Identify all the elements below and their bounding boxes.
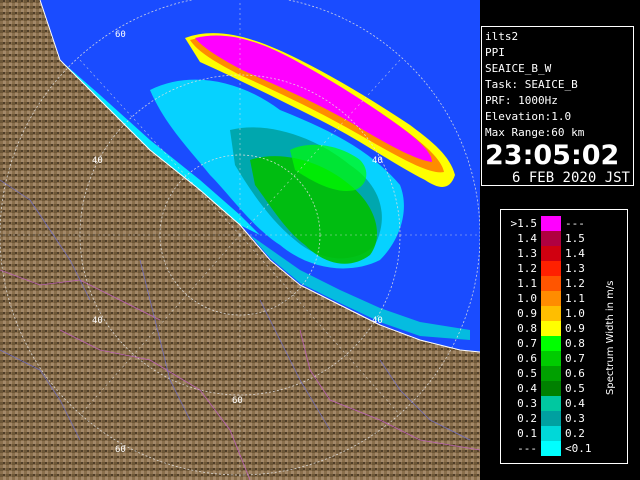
legend-upper-label: 0.6 xyxy=(565,367,585,380)
legend-swatch xyxy=(541,231,561,246)
scan-mode: PPI xyxy=(485,46,505,59)
range-label: 40 xyxy=(92,316,103,326)
legend-upper-label: 0.7 xyxy=(565,352,585,365)
legend-lower-label: 0.3 xyxy=(517,397,537,410)
legend-upper-label: 0.9 xyxy=(565,322,585,335)
legend-swatch xyxy=(541,336,561,351)
legend-row: 0.1 0.2 xyxy=(501,426,601,441)
legend-row: 1.1 1.2 xyxy=(501,276,601,291)
legend-upper-label: 0.4 xyxy=(565,397,585,410)
legend-swatch xyxy=(541,261,561,276)
legend-upper-label: 0.8 xyxy=(565,337,585,350)
range-label: 40 xyxy=(372,316,383,326)
color-legend: >1.5 --- 1.4 1.5 1.3 1.4 1.2 1.3 1.1 1.2 1.0 1.1 0.9… xyxy=(500,209,628,464)
legend-lower-label: 0.8 xyxy=(517,322,537,335)
legend-upper-label: 1.5 xyxy=(565,232,585,245)
legend-swatch xyxy=(541,396,561,411)
legend-lower-label: 1.2 xyxy=(517,262,537,275)
legend-swatch xyxy=(541,366,561,381)
legend-upper-label: 0.5 xyxy=(565,382,585,395)
prf-value: PRF: 1000Hz xyxy=(485,94,558,107)
legend-lower-label: 0.2 xyxy=(517,412,537,425)
legend-upper-label: <0.1 xyxy=(565,442,592,455)
range-label: 40 xyxy=(372,156,383,166)
legend-lower-label: 1.1 xyxy=(517,277,537,290)
legend-lower-label: >1.5 xyxy=(510,217,538,230)
legend-row: --- <0.1 xyxy=(501,441,601,456)
range-label: 60 xyxy=(232,396,243,406)
radar-ppi-map: 60 40 40 40 40 60 60 xyxy=(0,0,480,480)
legend-row: 0.6 0.7 xyxy=(501,351,601,366)
legend-swatch xyxy=(541,321,561,336)
legend-lower-label: 0.1 xyxy=(517,427,537,440)
legend-lower-label: 1.4 xyxy=(517,232,537,245)
range-label: 60 xyxy=(115,445,126,455)
legend-lower-label: 0.4 xyxy=(517,382,537,395)
task-name: Task: SEAICE_B xyxy=(485,78,578,91)
max-range-value: Max Range:60 km xyxy=(485,126,585,139)
legend-row: 1.4 1.5 xyxy=(501,231,601,246)
legend-swatch xyxy=(541,291,561,306)
legend-row: >1.5 --- xyxy=(501,216,601,231)
legend-lower-label: 1.3 xyxy=(517,247,537,260)
legend-upper-label: 1.0 xyxy=(565,307,585,320)
legend-swatch xyxy=(541,426,561,441)
legend-row: 0.3 0.4 xyxy=(501,396,601,411)
legend-row: 1.3 1.4 xyxy=(501,246,601,261)
legend-lower-label: --- xyxy=(517,442,537,455)
legend-swatch xyxy=(541,306,561,321)
legend-lower-label: 0.6 xyxy=(517,352,537,365)
legend-row: 0.9 1.0 xyxy=(501,306,601,321)
legend-lower-label: 0.9 xyxy=(517,307,537,320)
legend-swatch xyxy=(541,381,561,396)
legend-swatch xyxy=(541,276,561,291)
range-label: 40 xyxy=(92,156,103,166)
legend-lower-label: 1.0 xyxy=(517,292,537,305)
elevation-value: Elevation:1.0 xyxy=(485,110,572,123)
legend-upper-label: 1.3 xyxy=(565,262,585,275)
product-name: SEAICE_B_W xyxy=(485,62,552,75)
legend-swatch xyxy=(541,411,561,426)
legend-row: 0.5 0.6 xyxy=(501,366,601,381)
legend-upper-label: 1.4 xyxy=(565,247,585,260)
legend-row: 1.2 1.3 xyxy=(501,261,601,276)
radar-name: ilts2 xyxy=(485,30,519,43)
legend-swatch xyxy=(541,441,561,456)
observation-date: 6 FEB 2020 JST xyxy=(511,170,630,186)
legend-row: 1.0 1.1 xyxy=(501,291,601,306)
legend-title: Spectrum Width in m/s xyxy=(605,280,616,395)
legend-swatch xyxy=(541,246,561,261)
range-label: 60 xyxy=(115,30,126,40)
legend-row: 0.4 0.5 xyxy=(501,381,601,396)
observation-time: 23:05:02 xyxy=(485,140,620,171)
legend-upper-label: 0.3 xyxy=(565,412,585,425)
legend-swatch xyxy=(541,351,561,366)
legend-row: 0.8 0.9 xyxy=(501,321,601,336)
legend-upper-label: --- xyxy=(565,217,585,230)
legend-upper-label: 0.2 xyxy=(565,427,585,440)
legend-upper-label: 1.1 xyxy=(565,292,585,305)
legend-lower-label: 0.5 xyxy=(517,367,537,380)
info-panel: ilts2 PPI SEAICE_B_W Task: SEAICE_B PRF:… xyxy=(481,26,634,186)
legend-lower-label: 0.7 xyxy=(517,337,537,350)
legend-row: 0.7 0.8 xyxy=(501,336,601,351)
legend-upper-label: 1.2 xyxy=(565,277,585,290)
legend-row: 0.2 0.3 xyxy=(501,411,601,426)
legend-swatch xyxy=(541,216,561,231)
